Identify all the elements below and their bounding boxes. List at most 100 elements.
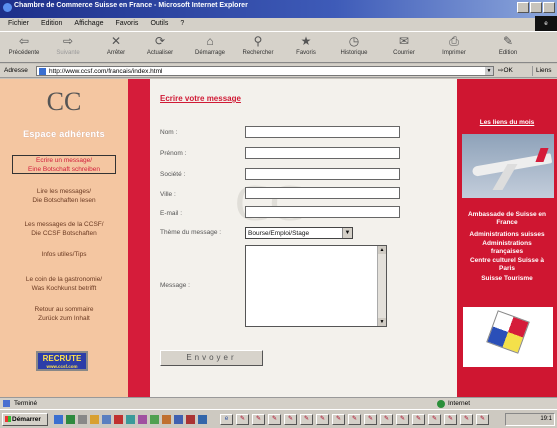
prenom-label: Prénom : [160,150,187,157]
scroll-down-icon[interactable]: ▼ [378,318,386,326]
menu-favoris[interactable]: Favoris [115,20,138,31]
quicklaunch-folder-icon[interactable] [90,415,99,424]
menu-help[interactable]: ? [180,20,184,31]
refresh-icon: ⟳ [154,34,166,48]
send-button[interactable]: Envoyer [160,350,263,366]
favorites-button[interactable]: ★ Favoris [284,34,328,56]
taskbar-window-button[interactable]: ✎ [444,414,457,425]
taskbar-window-button[interactable]: ✎ [396,414,409,425]
taskbar-window-button[interactable]: ✎ [428,414,441,425]
start-button[interactable]: Démarrer [2,413,48,426]
taskbar-window-button[interactable]: ✎ [284,414,297,425]
taskbar-window-button[interactable]: ✎ [460,414,473,425]
taskbar-window-button[interactable]: ✎ [412,414,425,425]
back-button[interactable]: ⇦ Précédente [2,34,46,56]
page-favicon-icon [39,68,46,75]
address-dropdown-icon[interactable]: ▼ [485,67,493,75]
quicklaunch-outlook-icon[interactable] [102,415,111,424]
quicklaunch-network-icon[interactable] [198,415,207,424]
maximize-button[interactable] [530,2,542,13]
theme-select[interactable]: Bourse/Emploi/Stage ▼ [245,227,353,239]
scroll-up-icon[interactable]: ▲ [378,246,386,254]
quicklaunch-calc-icon[interactable] [174,415,183,424]
taskbar-ie-window-button[interactable]: e [220,414,233,425]
print-button[interactable]: ⎙ Imprimer [432,34,476,56]
quicklaunch-word-icon[interactable] [138,415,147,424]
history-label: Historique [340,50,368,56]
zone-text: Internet [448,400,471,407]
nav-link-lire[interactable]: Lire les messages/ Die Botschaften lesen [0,187,128,205]
history-button[interactable]: ◷ Historique [332,34,376,56]
airplane-image [462,134,554,198]
page-status-icon [3,400,10,407]
address-url: http://www.ccsf.com/francais/index.html [49,68,163,75]
print-label: Imprimer [442,50,466,56]
minimize-button[interactable] [517,2,529,13]
textarea-scrollbar[interactable]: ▲ ▼ [377,246,386,326]
nav-link-retour[interactable]: Retour au sommaire Zurück zum Inhalt [0,305,128,323]
taskbar-window-button[interactable]: ✎ [476,414,489,425]
form-title[interactable]: Ecrire votre message [160,94,241,103]
menu-outils[interactable]: Outils [150,20,168,31]
menu-edition[interactable]: Edition [41,20,62,31]
address-label: Adresse [4,67,28,74]
quicklaunch-explorer-icon[interactable] [126,415,135,424]
nav-link-infos[interactable]: Infos utiles/Tips [0,250,128,259]
back-arrow-icon: ⇦ [18,34,30,48]
link-centre-culturel[interactable]: Centre culturel Suisse à Paris [457,257,557,273]
taskbar-window-button[interactable]: ✎ [236,414,249,425]
nav-link-ecrire[interactable]: Ecrire un message/ Eine Botschaft schrei… [0,156,128,174]
taskbar-window-button[interactable]: ✎ [252,414,265,425]
link-suisse-tourisme[interactable]: Suisse Tourisme [457,275,557,283]
ville-field[interactable] [245,187,400,199]
close-button[interactable] [543,2,555,13]
quicklaunch-excel-icon[interactable] [150,415,159,424]
chevron-down-icon[interactable]: ▼ [342,228,352,238]
search-button[interactable]: ⚲ Rechercher [236,34,280,56]
quicklaunch-paint-icon[interactable] [162,415,171,424]
taskbar-window-button[interactable]: ✎ [332,414,345,425]
taskbar-window-button[interactable]: ✎ [364,414,377,425]
favorites-icon: ★ [300,34,312,48]
nom-field[interactable] [245,126,400,138]
taskbar-window-button[interactable]: ✎ [268,414,281,425]
quicklaunch-desktop-icon[interactable] [78,415,87,424]
nav-link-ccsf[interactable]: Les messages de la CCSF/ Die CCSF Botsch… [0,220,128,238]
taskbar-window-button[interactable]: ✎ [380,414,393,425]
recrute-banner[interactable]: RECRUTE www.ccsf.com [36,351,88,371]
gift-cube-image [463,307,553,367]
link-ambassade[interactable]: Ambassade de Suisse en France [457,211,557,227]
links-button[interactable]: Liens [532,66,557,76]
societe-label: Société : [160,171,186,178]
quicklaunch-app-icon[interactable] [66,415,75,424]
go-button[interactable]: ⇨OK [498,66,530,76]
home-button[interactable]: ⌂ Démarrage [188,34,232,56]
mail-button[interactable]: ✉ Courrier [382,34,426,56]
start-label: Démarrer [12,416,41,423]
nav-link-gastronomie[interactable]: Le coin de la gastronomie/ Was Kochkunst… [0,275,128,293]
prenom-field[interactable] [245,147,400,159]
quicklaunch-acrobat-icon[interactable] [186,415,195,424]
taskbar-window-button[interactable]: ✎ [316,414,329,425]
menu-affichage[interactable]: Affichage [74,20,103,31]
clock[interactable]: 19:1 [540,416,552,422]
message-textarea[interactable]: ▲ ▼ [245,245,387,327]
quicklaunch-media-icon[interactable] [114,415,123,424]
quicklaunch-ie-icon[interactable] [54,415,63,424]
taskbar-window-button[interactable]: ✎ [300,414,313,425]
taskbar-window-button[interactable]: ✎ [348,414,361,425]
link-admin-francaises[interactable]: Administrations françaises [457,240,557,256]
societe-field[interactable] [245,168,400,180]
refresh-button[interactable]: ⟳ Actualiser [138,34,182,56]
stop-button[interactable]: ✕ Arrêter [94,34,138,56]
menu-fichier[interactable]: Fichier [8,20,29,31]
mail-icon: ✉ [398,34,410,48]
toolbar: ⇦ Précédente ⇨ Suivante ✕ Arrêter ⟳ Actualis… [0,31,557,63]
status-bar: Terminé Internet [0,397,557,409]
address-input[interactable]: http://www.ccsf.com/francais/index.html … [36,66,494,76]
edit-button[interactable]: ✎ Edition [486,34,530,56]
email-field[interactable] [245,206,400,218]
link-admin-suisses[interactable]: Administrations suisses [457,231,557,239]
forward-button[interactable]: ⇨ Suivante [46,34,90,56]
links-heading[interactable]: Les liens du mois [457,119,557,126]
